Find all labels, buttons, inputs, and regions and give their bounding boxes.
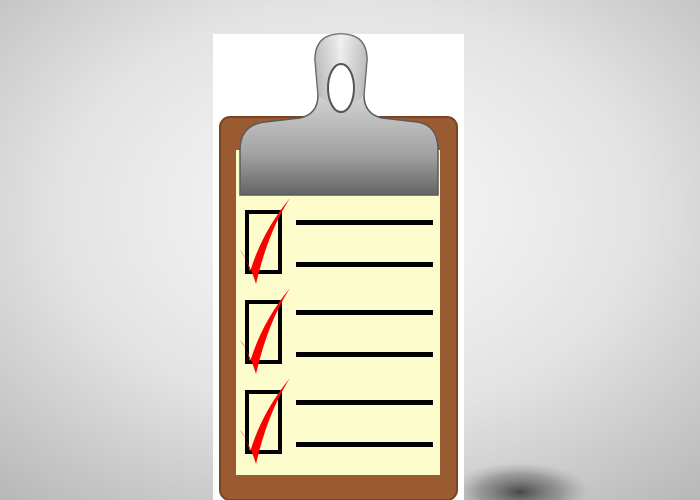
clip-hole xyxy=(327,63,355,113)
item-line xyxy=(296,442,433,447)
item-line xyxy=(296,262,433,267)
item-line xyxy=(296,400,433,405)
item-line xyxy=(296,220,433,225)
item-line xyxy=(296,310,433,315)
item-line xyxy=(296,352,433,357)
clipboard-illustration xyxy=(0,0,700,500)
